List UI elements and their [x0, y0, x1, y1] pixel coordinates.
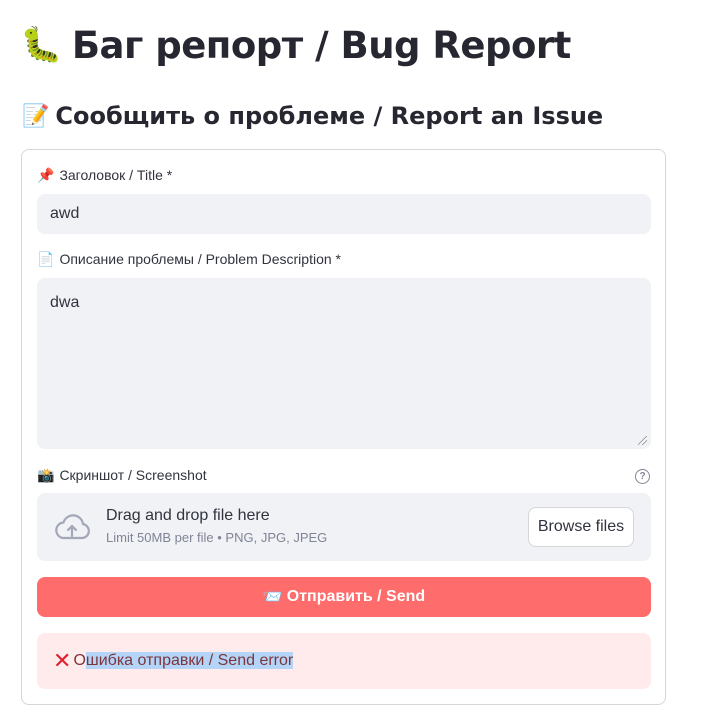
error-alert: ✕ Ошибка отправки / Send error [37, 633, 651, 689]
dropzone-limit: Limit 50MB per file • PNG, JPG, JPEG [106, 530, 328, 545]
send-button[interactable]: 📨 Отправить / Send [37, 577, 651, 617]
cross-mark-icon: ✕ [53, 648, 72, 673]
error-message: Ошибка отправки / Send error [73, 652, 294, 670]
error-message-first-char: О [73, 652, 86, 669]
camera-icon: 📸 [37, 466, 55, 483]
file-dropzone[interactable]: Drag and drop file here Limit 50MB per f… [37, 493, 651, 561]
memo-icon: 📝 [22, 103, 50, 129]
browse-files-button[interactable]: Browse files [528, 507, 634, 547]
page-icon: 📄 [37, 250, 55, 267]
send-button-label: Отправить / Send [286, 588, 426, 605]
page-title: 🐛 Баг репорт / Bug Report [20, 20, 571, 70]
title-field-label: 📌 Заголовок / Title * [37, 166, 172, 184]
cloud-upload-icon [55, 514, 90, 540]
resize-handle-icon[interactable] [638, 436, 647, 445]
subheader-text: Сообщить о проблеме / Report an Issue [55, 102, 604, 130]
bug-icon: 🐛 [20, 25, 62, 65]
description-textarea[interactable]: dwa [37, 278, 651, 449]
bug-report-form: 📌 Заголовок / Title * 📄 Описание проблем… [21, 149, 666, 705]
screenshot-field-label: 📸 Скриншот / Screenshot [37, 466, 207, 484]
page-title-text: Баг репорт / Bug Report [71, 23, 571, 67]
title-input[interactable] [37, 194, 651, 234]
description-field-label: 📄 Описание проблемы / Problem Descriptio… [37, 250, 341, 268]
screenshot-label-text: Скриншот / Screenshot [59, 467, 207, 483]
description-text: dwa [50, 294, 80, 311]
error-message-selected: шибка отправки / Send error [85, 652, 294, 669]
description-label-text: Описание проблемы / Problem Description … [59, 251, 341, 267]
title-label-text: Заголовок / Title * [59, 167, 173, 183]
dropzone-title: Drag and drop file here [106, 507, 270, 524]
pushpin-icon: 📌 [37, 166, 55, 183]
help-icon[interactable]: ? [635, 469, 650, 484]
section-subheader: 📝 Сообщить о проблеме / Report an Issue [22, 100, 603, 132]
envelope-icon: 📨 [262, 589, 283, 606]
